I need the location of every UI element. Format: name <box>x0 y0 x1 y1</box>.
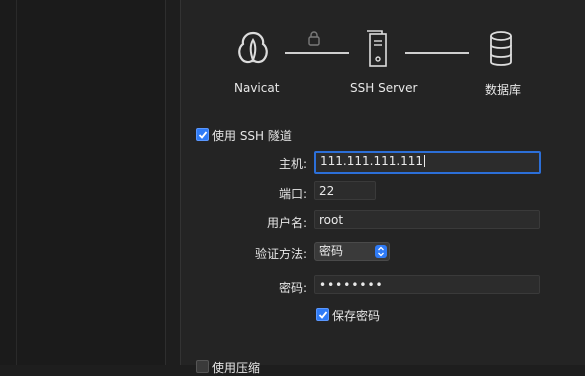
database-icon <box>490 31 512 66</box>
ssh-server-label: SSH Server <box>350 81 418 95</box>
checkmark-icon <box>198 131 208 139</box>
use-compression-label: 使用压缩 <box>212 361 261 375</box>
auth-method-value: 密码 <box>319 244 344 258</box>
username-label: 用户名: <box>266 216 307 230</box>
host-value: 111.111.111.111 <box>320 154 424 168</box>
use-ssh-tunnel-label: 使用 SSH 隧道 <box>212 129 292 143</box>
port-label: 端口: <box>278 187 307 201</box>
username-input[interactable]: root <box>314 210 540 229</box>
navicat-logo-icon <box>238 31 268 64</box>
select-stepper-icon <box>375 245 387 258</box>
auth-method-label: 验证方法: <box>254 247 307 261</box>
save-password-checkbox[interactable] <box>316 308 329 321</box>
port-input[interactable]: 22 <box>314 181 376 200</box>
auth-method-select[interactable]: 密码 <box>314 242 390 261</box>
host-input[interactable]: 111.111.111.111 <box>314 151 541 174</box>
database-label: 数据库 <box>485 83 522 97</box>
server-icon <box>367 30 387 67</box>
navicat-label: Navicat <box>234 81 280 95</box>
connector-navicat-ssh <box>285 52 349 54</box>
checkmark-icon <box>318 311 328 319</box>
connector-ssh-database <box>405 52 469 54</box>
connection-diagram: Navicat SSH Server 数据库 <box>181 0 585 110</box>
ssh-settings-panel: Navicat SSH Server 数据库 使用 SSH 隧道 主机: 111… <box>180 0 585 375</box>
sidebar <box>0 0 166 365</box>
password-input[interactable]: •••••••• <box>314 275 540 294</box>
lock-icon <box>308 31 320 46</box>
save-password-label: 保存密码 <box>332 309 381 323</box>
host-label: 主机: <box>278 157 307 171</box>
use-ssh-tunnel-checkbox[interactable] <box>196 128 209 141</box>
sidebar-divider <box>16 0 17 365</box>
use-compression-checkbox[interactable] <box>196 360 209 373</box>
password-label: 密码: <box>278 281 307 295</box>
